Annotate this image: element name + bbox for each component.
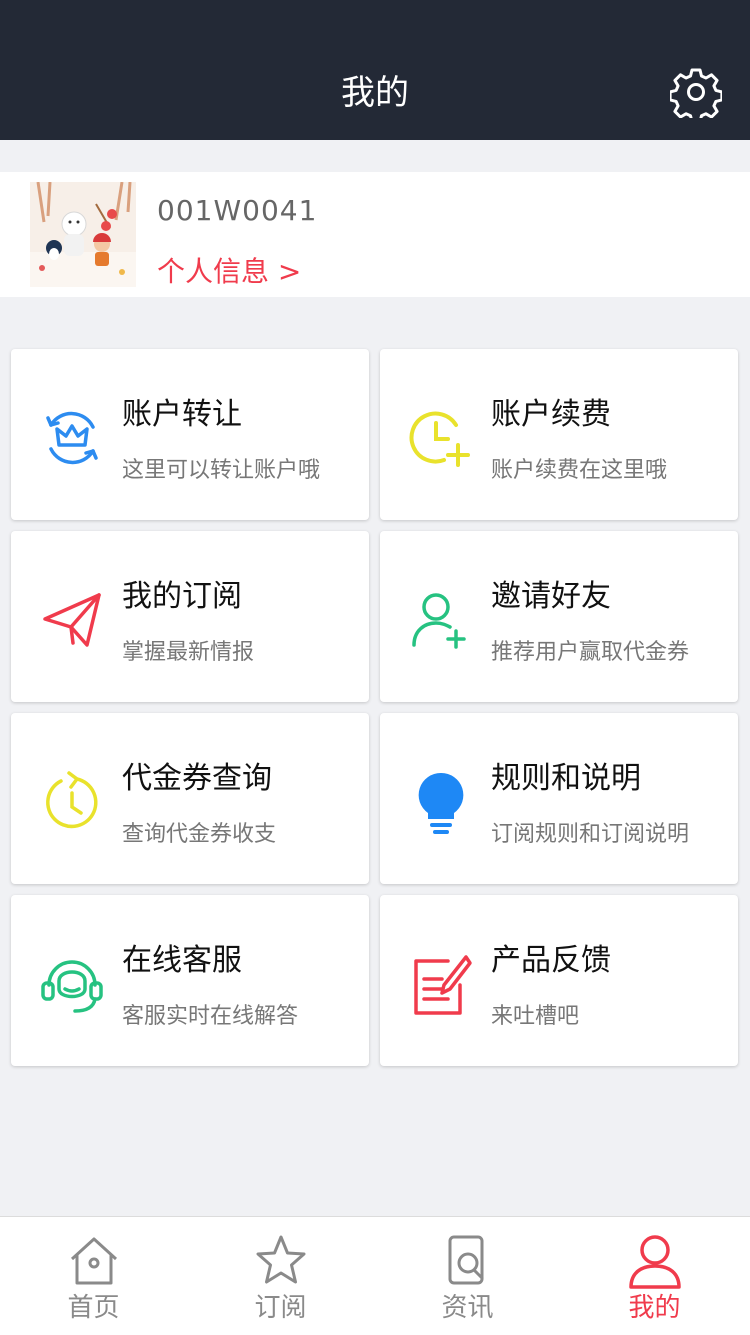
card-title: 账户转让: [122, 397, 242, 432]
personal-info-link[interactable]: 个人信息 >: [157, 250, 301, 290]
lightbulb-icon: [418, 772, 464, 834]
crown-transfer-icon: [46, 411, 98, 465]
card-title: 账户续费: [491, 397, 611, 432]
card-title: 产品反馈: [491, 943, 611, 978]
card-subtitle: 查询代金券收支: [122, 822, 277, 847]
tab-mine[interactable]: 我的: [561, 1217, 748, 1335]
card-subtitle: 账户续费在这里哦: [491, 458, 668, 483]
bottom-tab-bar: 首页 订阅 资讯 我的: [0, 1216, 750, 1335]
header-bar: 我的: [0, 0, 750, 140]
card-title: 在线客服: [122, 943, 242, 978]
card-subtitle: 来吐槽吧: [491, 1004, 580, 1029]
tab-news[interactable]: 资讯: [374, 1217, 561, 1335]
history-icon: [46, 771, 98, 829]
card-my-subscriptions[interactable]: 我的订阅 掌握最新情报: [11, 531, 369, 702]
page-title: 我的: [341, 73, 409, 113]
card-account-transfer[interactable]: 账户转让 这里可以转让账户哦: [11, 349, 369, 520]
card-title: 邀请好友: [491, 579, 611, 614]
card-account-renewal[interactable]: 账户续费 账户续费在这里哦: [380, 349, 738, 520]
tab-label: 我的: [628, 1293, 681, 1323]
user-plus-icon: [412, 593, 466, 649]
card-subtitle: 客服实时在线解答: [122, 1004, 299, 1029]
headset-icon: [41, 960, 103, 1013]
card-voucher-query[interactable]: 代金券查询 查询代金券收支: [11, 713, 369, 884]
card-title: 代金券查询: [122, 761, 272, 796]
user-id: 001W0041: [157, 194, 318, 227]
profile-section[interactable]: 001W0041 个人信息 >: [0, 172, 750, 297]
avatar-illustration: [30, 182, 136, 287]
user-icon: [629, 1235, 681, 1289]
news-search-icon: [448, 1235, 484, 1285]
feedback-edit-icon: [414, 955, 472, 1015]
tab-label: 订阅: [254, 1293, 307, 1323]
avatar[interactable]: [30, 182, 136, 287]
star-icon: [256, 1235, 306, 1284]
card-subtitle: 这里可以转让账户哦: [122, 458, 321, 483]
paper-plane-icon: [43, 593, 101, 647]
card-subtitle: 掌握最新情报: [122, 640, 255, 665]
tab-label: 首页: [67, 1293, 120, 1323]
card-rules-and-info[interactable]: 规则和说明 订阅规则和订阅说明: [380, 713, 738, 884]
gear-icon[interactable]: [670, 66, 722, 118]
card-subtitle: 推荐用户赢取代金券: [491, 640, 690, 665]
tab-home[interactable]: 首页: [0, 1217, 187, 1335]
card-title: 规则和说明: [491, 761, 641, 796]
clock-plus-icon: [409, 411, 470, 467]
card-product-feedback[interactable]: 产品反馈 来吐槽吧: [380, 895, 738, 1066]
card-title: 我的订阅: [122, 579, 242, 614]
card-online-support[interactable]: 在线客服 客服实时在线解答: [11, 895, 369, 1066]
home-icon: [70, 1237, 118, 1285]
card-invite-friends[interactable]: 邀请好友 推荐用户赢取代金券: [380, 531, 738, 702]
tab-subscribe[interactable]: 订阅: [187, 1217, 374, 1335]
tab-label: 资讯: [441, 1293, 494, 1323]
card-subtitle: 订阅规则和订阅说明: [491, 822, 690, 847]
